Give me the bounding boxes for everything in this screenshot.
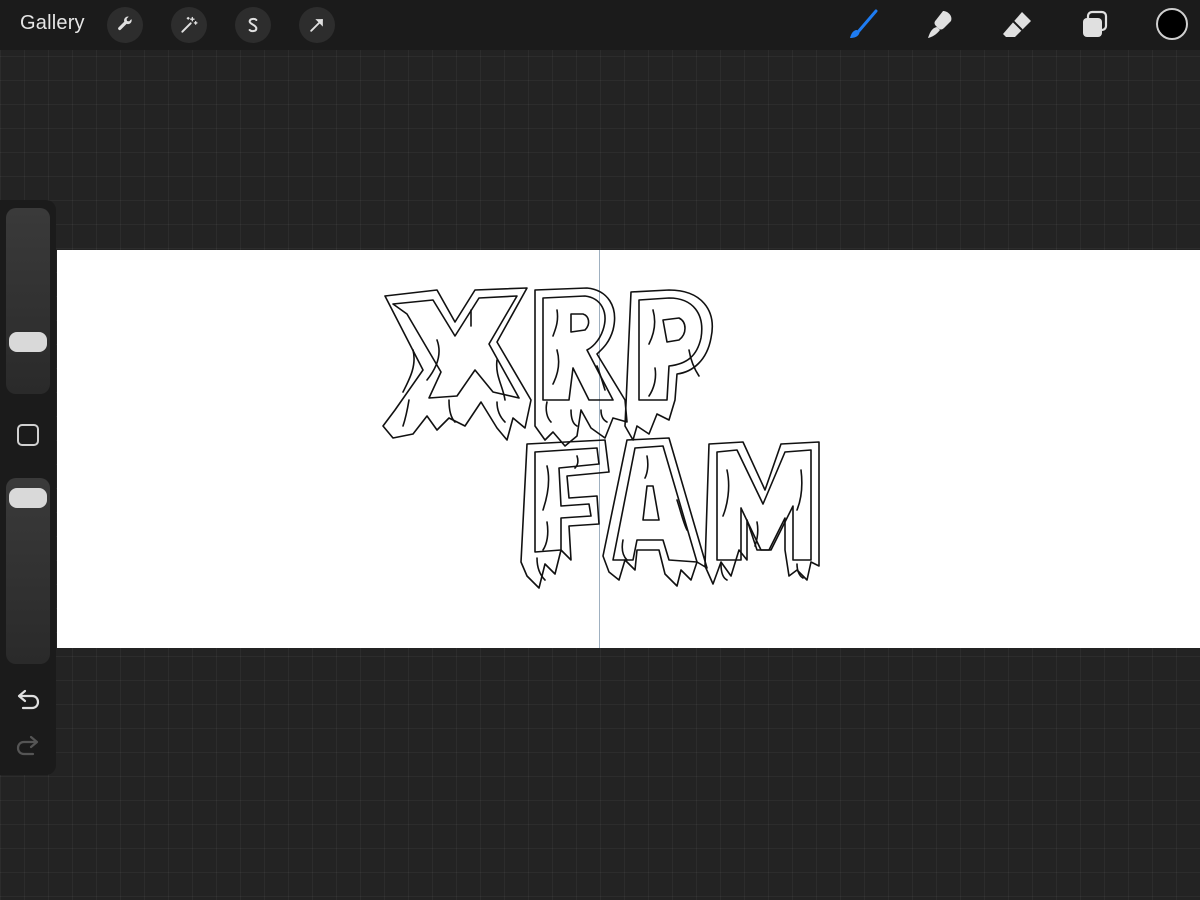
brush-icon — [850, 9, 878, 38]
sketch-letter-r — [534, 287, 628, 447]
undo-button[interactable] — [14, 688, 42, 712]
paint-tool-button[interactable] — [846, 8, 880, 42]
sketch-letter-p — [624, 289, 713, 441]
selection-s-icon — [248, 17, 258, 33]
smudge-icon — [928, 11, 952, 38]
modifier-button[interactable] — [17, 424, 39, 446]
left-sidebar — [0, 200, 56, 775]
brush-size-slider[interactable] — [6, 208, 50, 394]
eraser-icon — [1003, 12, 1031, 37]
redo-button[interactable] — [14, 734, 42, 758]
eraser-tool-button[interactable] — [1000, 8, 1034, 42]
adjustments-button[interactable] — [171, 7, 207, 43]
layers-icon — [1083, 10, 1108, 37]
xrp-fam-drip-lettering-sketch — [382, 287, 820, 589]
gallery-button[interactable]: Gallery — [20, 12, 85, 35]
smudge-tool-button[interactable] — [922, 8, 956, 42]
undo-icon — [17, 689, 40, 710]
opacity-slider[interactable] — [6, 478, 50, 664]
layers-button[interactable] — [1078, 8, 1112, 42]
wrench-icon — [118, 16, 132, 31]
drawing-canvas[interactable] — [57, 250, 1200, 648]
brush-size-slider-thumb[interactable] — [9, 331, 47, 352]
redo-icon — [16, 735, 39, 756]
sketch-letter-x — [382, 287, 532, 441]
actions-button[interactable] — [107, 7, 143, 43]
sketch-letter-m — [704, 441, 820, 585]
color-swatch-button[interactable] — [1156, 8, 1188, 40]
procreate-app: Gallery — [0, 0, 1200, 900]
arrow-cursor-icon — [310, 19, 323, 32]
transform-button[interactable] — [299, 7, 335, 43]
top-toolbar: Gallery — [0, 0, 1200, 50]
sketch-letter-a — [602, 437, 708, 587]
sketch-letter-f — [520, 439, 610, 589]
selection-button[interactable] — [235, 7, 271, 43]
magic-wand-icon — [181, 16, 198, 33]
opacity-slider-thumb[interactable] — [9, 488, 47, 509]
